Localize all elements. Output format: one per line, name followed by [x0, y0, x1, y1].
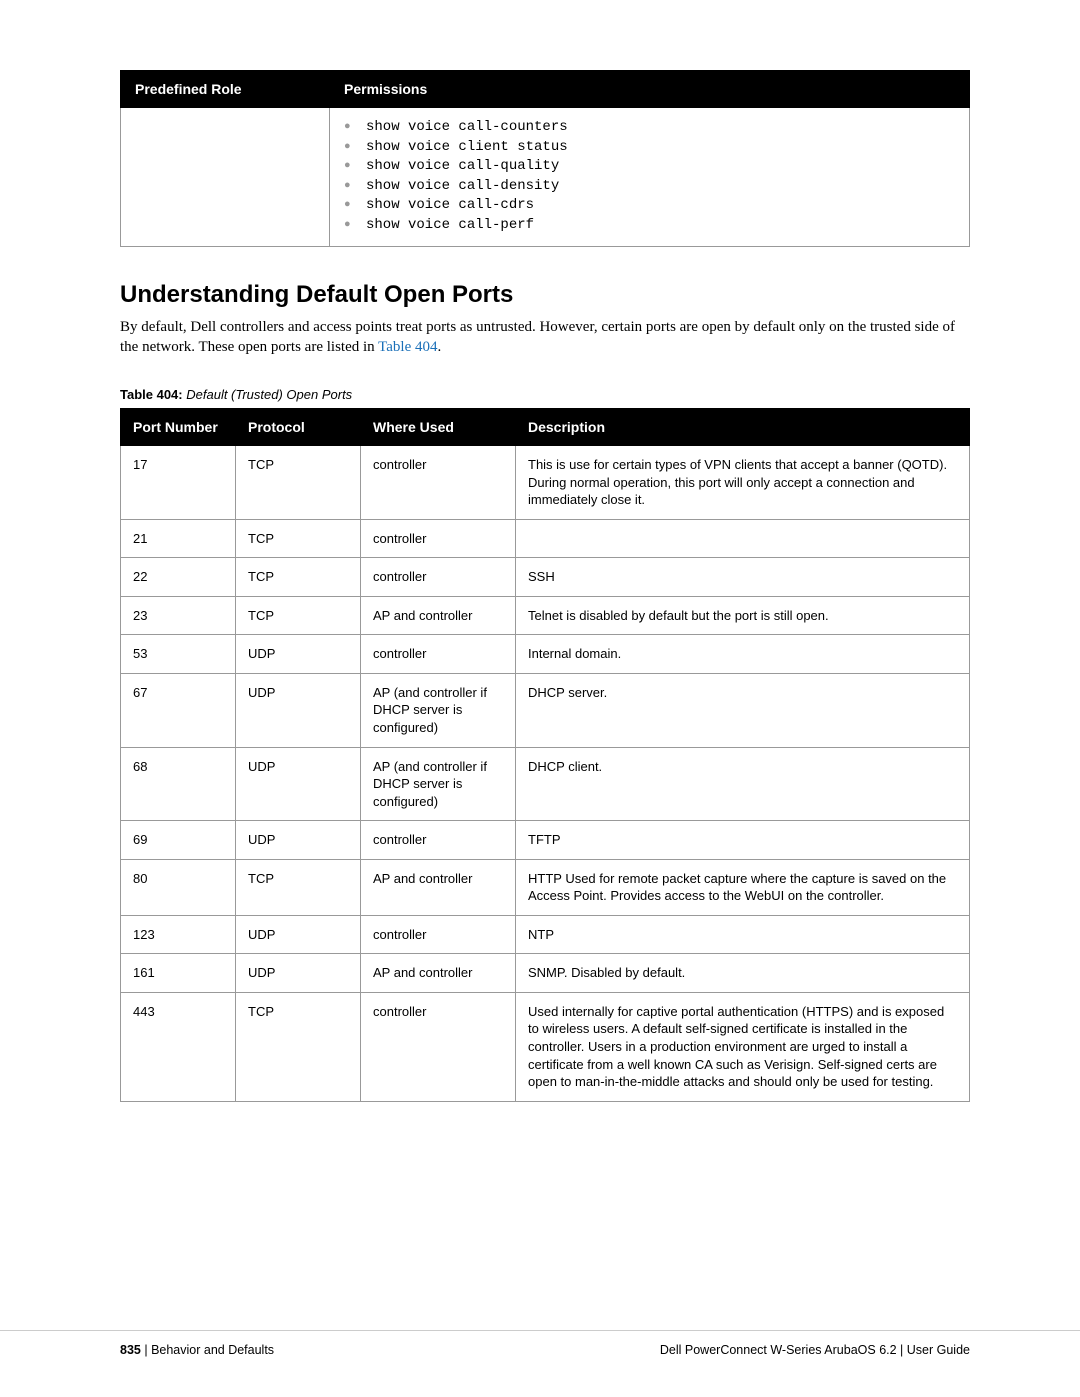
- protocol-cell: UDP: [236, 954, 361, 993]
- command-item: show voice call-density: [344, 177, 955, 197]
- footer-left: 835 | Behavior and Defaults: [120, 1343, 274, 1357]
- port-row: 69UDPcontrollerTFTP: [121, 821, 970, 860]
- where-cell: AP and controller: [361, 596, 516, 635]
- footer-right: Dell PowerConnect W-Series ArubaOS 6.2 |…: [660, 1343, 970, 1357]
- desc-cell: Used internally for captive portal authe…: [516, 992, 970, 1101]
- port-cell: 443: [121, 992, 236, 1101]
- body-post: .: [438, 339, 442, 355]
- command-item: show voice call-quality: [344, 157, 955, 177]
- port-row: 21TCPcontroller: [121, 519, 970, 558]
- permissions-cell: show voice call-counters show voice clie…: [330, 108, 970, 247]
- description-header: Description: [516, 409, 970, 446]
- protocol-cell: UDP: [236, 635, 361, 674]
- where-cell: controller: [361, 635, 516, 674]
- port-row: 22TCPcontrollerSSH: [121, 558, 970, 597]
- desc-cell: [516, 519, 970, 558]
- role-cell: [121, 108, 330, 247]
- section-body: By default, Dell controllers and access …: [120, 317, 970, 358]
- protocol-cell: UDP: [236, 915, 361, 954]
- command-item: show voice call-counters: [344, 118, 955, 138]
- desc-cell: NTP: [516, 915, 970, 954]
- page-number: 835: [120, 1343, 141, 1357]
- port-row: 68UDPAP (and controller if DHCP server i…: [121, 747, 970, 821]
- command-list: show voice call-counters show voice clie…: [344, 118, 955, 236]
- body-pre: By default, Dell controllers and access …: [120, 319, 955, 355]
- page-footer: 835 | Behavior and Defaults Dell PowerCo…: [0, 1330, 1080, 1357]
- port-row: 443TCPcontrollerUsed internally for capt…: [121, 992, 970, 1101]
- port-cell: 22: [121, 558, 236, 597]
- footer-sep: |: [141, 1343, 151, 1357]
- predefined-role-table: Predefined Role Permissions show voice c…: [120, 70, 970, 247]
- port-cell: 68: [121, 747, 236, 821]
- desc-cell: SSH: [516, 558, 970, 597]
- table-404-link[interactable]: Table 404: [378, 339, 437, 355]
- port-cell: 67: [121, 673, 236, 747]
- protocol-cell: TCP: [236, 992, 361, 1101]
- where-cell: controller: [361, 446, 516, 520]
- permissions-header: Permissions: [330, 71, 970, 108]
- protocol-cell: UDP: [236, 747, 361, 821]
- port-row: 161UDPAP and controllerSNMP. Disabled by…: [121, 954, 970, 993]
- where-cell: AP (and controller if DHCP server is con…: [361, 673, 516, 747]
- caption-title: Default (Trusted) Open Ports: [186, 387, 352, 402]
- command-item: show voice call-perf: [344, 216, 955, 236]
- caption-label: Table 404:: [120, 387, 183, 402]
- where-cell: AP (and controller if DHCP server is con…: [361, 747, 516, 821]
- protocol-cell: TCP: [236, 596, 361, 635]
- protocol-cell: TCP: [236, 558, 361, 597]
- where-cell: AP and controller: [361, 859, 516, 915]
- port-cell: 123: [121, 915, 236, 954]
- section-title: Understanding Default Open Ports: [120, 281, 970, 309]
- port-cell: 53: [121, 635, 236, 674]
- port-row: 67UDPAP (and controller if DHCP server i…: [121, 673, 970, 747]
- protocol-cell: UDP: [236, 673, 361, 747]
- protocol-cell: UDP: [236, 821, 361, 860]
- protocol-cell: TCP: [236, 519, 361, 558]
- protocol-cell: TCP: [236, 446, 361, 520]
- table-caption: Table 404: Default (Trusted) Open Ports: [120, 387, 970, 402]
- where-cell: controller: [361, 821, 516, 860]
- desc-cell: This is use for certain types of VPN cli…: [516, 446, 970, 520]
- port-cell: 69: [121, 821, 236, 860]
- port-cell: 23: [121, 596, 236, 635]
- desc-cell: HTTP Used for remote packet capture wher…: [516, 859, 970, 915]
- where-header: Where Used: [361, 409, 516, 446]
- where-cell: controller: [361, 519, 516, 558]
- where-cell: AP and controller: [361, 954, 516, 993]
- port-row: 53UDPcontrollerInternal domain.: [121, 635, 970, 674]
- port-cell: 17: [121, 446, 236, 520]
- where-cell: controller: [361, 915, 516, 954]
- footer-chapter: Behavior and Defaults: [151, 1343, 274, 1357]
- port-header: Port Number: [121, 409, 236, 446]
- open-ports-table: Port Number Protocol Where Used Descript…: [120, 408, 970, 1102]
- command-item: show voice client status: [344, 138, 955, 158]
- role-row: show voice call-counters show voice clie…: [121, 108, 970, 247]
- where-cell: controller: [361, 992, 516, 1101]
- desc-cell: DHCP client.: [516, 747, 970, 821]
- desc-cell: SNMP. Disabled by default.: [516, 954, 970, 993]
- port-row: 123UDPcontrollerNTP: [121, 915, 970, 954]
- port-cell: 80: [121, 859, 236, 915]
- port-row: 23TCPAP and controllerTelnet is disabled…: [121, 596, 970, 635]
- port-row: 17TCPcontrollerThis is use for certain t…: [121, 446, 970, 520]
- role-header: Predefined Role: [121, 71, 330, 108]
- protocol-header: Protocol: [236, 409, 361, 446]
- page-container: Predefined Role Permissions show voice c…: [0, 0, 1080, 1397]
- port-row: 80TCPAP and controllerHTTP Used for remo…: [121, 859, 970, 915]
- desc-cell: Internal domain.: [516, 635, 970, 674]
- desc-cell: TFTP: [516, 821, 970, 860]
- where-cell: controller: [361, 558, 516, 597]
- protocol-cell: TCP: [236, 859, 361, 915]
- desc-cell: Telnet is disabled by default but the po…: [516, 596, 970, 635]
- port-cell: 21: [121, 519, 236, 558]
- port-cell: 161: [121, 954, 236, 993]
- desc-cell: DHCP server.: [516, 673, 970, 747]
- command-item: show voice call-cdrs: [344, 196, 955, 216]
